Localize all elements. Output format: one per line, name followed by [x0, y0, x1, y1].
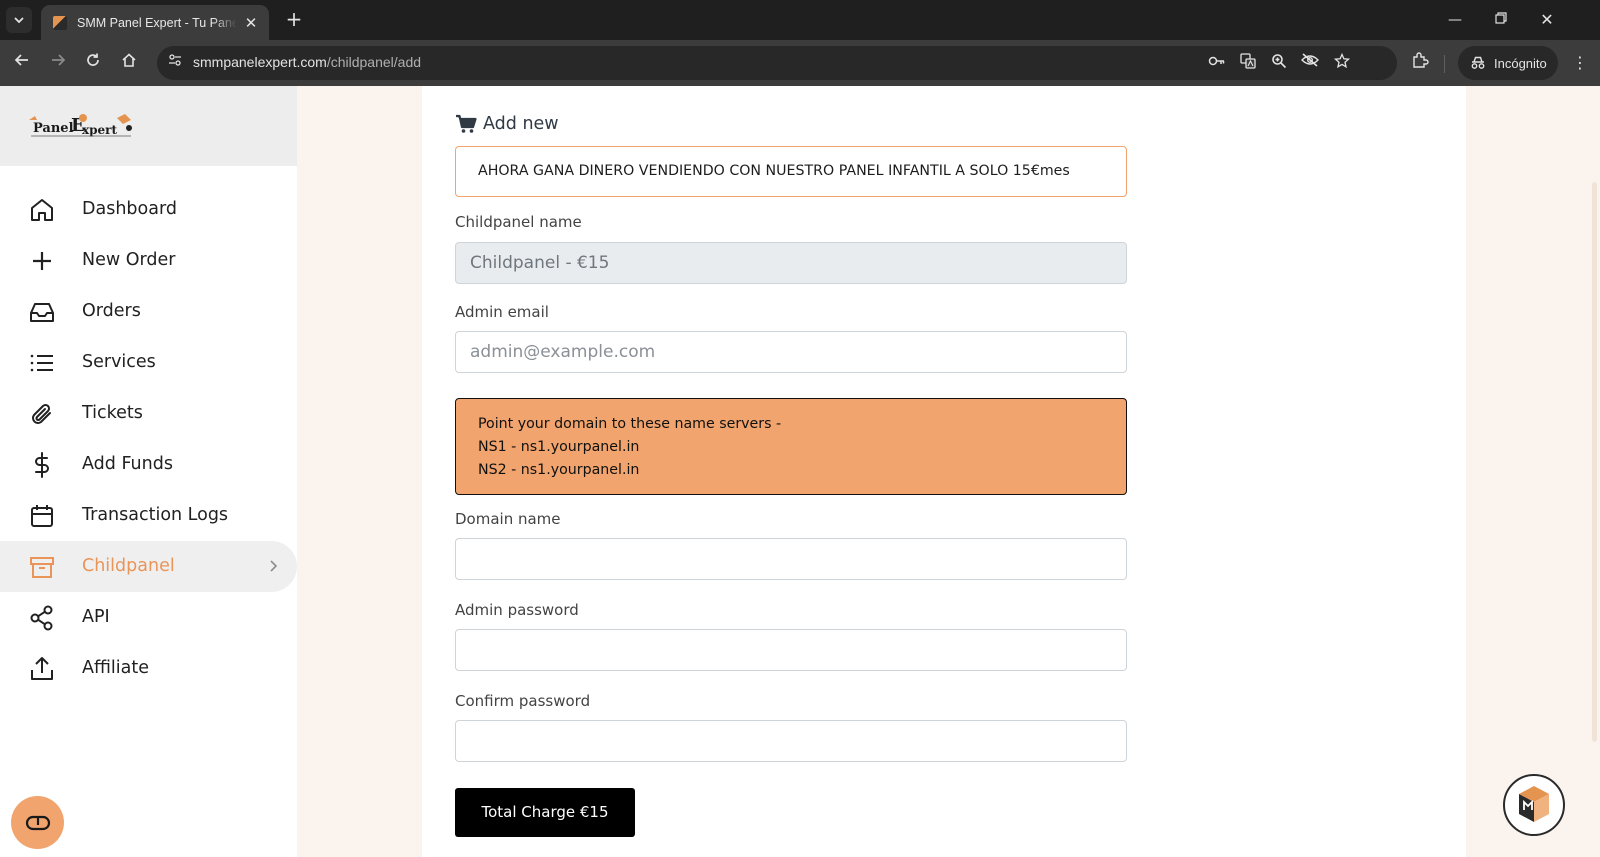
favicon-icon: [53, 15, 67, 30]
address-bar[interactable]: smmpanelexpert.com/childpanel/add: [157, 46, 1397, 80]
confirm-password-label: Confirm password: [455, 692, 591, 710]
sidebar-item-new-order[interactable]: New Order: [0, 235, 297, 286]
home-icon: [31, 199, 53, 221]
forward-button[interactable]: [46, 51, 70, 75]
sidebar-item-label: Orders: [82, 301, 141, 321]
paperclip-icon: [32, 403, 51, 424]
svg-text:xpert: xpert: [82, 123, 118, 137]
sidebar-item-label: Tickets: [82, 403, 143, 423]
dollar-icon: [35, 452, 49, 478]
sidebar-item-label: New Order: [82, 250, 176, 270]
active-tab[interactable]: SMM Panel Expert - Tu Panel de ✕: [41, 5, 269, 40]
new-tab-button[interactable]: +: [282, 8, 306, 32]
page-viewport: Panel E xpert Dashboard New Order Orders: [0, 86, 1600, 857]
brand-header: Panel E xpert: [0, 86, 297, 166]
arrow-right-icon: [52, 54, 66, 66]
childpanel-name-label: Childpanel name: [455, 213, 582, 231]
sidebar-item-childpanel[interactable]: Childpanel: [0, 541, 297, 592]
browser-menu-icon[interactable]: ⋮: [1570, 51, 1590, 75]
tab-title: SMM Panel Expert - Tu Panel de: [77, 15, 237, 30]
sidebar-item-orders[interactable]: Orders: [0, 286, 297, 337]
promo-banner: AHORA GANA DINERO VENDIENDO CON NUESTRO …: [455, 146, 1127, 197]
inbox-icon: [30, 303, 54, 322]
admin-password-label: Admin password: [455, 601, 579, 619]
sidebar-item-affiliate[interactable]: Affiliate: [0, 643, 297, 694]
home-button[interactable]: [117, 51, 141, 75]
childpanel-name-field[interactable]: [455, 242, 1127, 284]
admin-password-field[interactable]: [455, 629, 1127, 671]
archive-icon: [30, 557, 54, 578]
site-info-icon[interactable]: [165, 53, 185, 73]
calendar-icon: [31, 505, 53, 527]
sidebar-item-api[interactable]: API: [0, 592, 297, 643]
form-heading: Add new: [455, 111, 559, 137]
sidebar-item-dashboard[interactable]: Dashboard: [0, 184, 297, 235]
admin-email-label: Admin email: [455, 303, 549, 321]
sidebar-item-add-funds[interactable]: Add Funds: [0, 439, 297, 490]
upload-icon: [31, 657, 53, 680]
extensions-icon[interactable]: [1408, 51, 1432, 75]
home-icon: [122, 53, 136, 67]
nameserver-ns1: NS1 - ns1.yourpanel.in: [478, 439, 640, 455]
domain-name-label: Domain name: [455, 510, 561, 528]
sidebar-item-label: API: [82, 607, 110, 627]
admin-email-field[interactable]: [455, 331, 1127, 373]
chevron-down-icon: [14, 17, 24, 24]
cart-icon: [456, 114, 477, 133]
sidebar-item-services[interactable]: Services: [0, 337, 297, 388]
sidebar-item-transaction-logs[interactable]: Transaction Logs: [0, 490, 297, 541]
url-text: smmpanelexpert.com/childpanel/add: [193, 54, 421, 70]
form-title: Add new: [483, 114, 559, 134]
sidebar-item-label: Services: [82, 352, 156, 372]
chat-icon: [25, 815, 50, 830]
url-path: /childpanel/add: [326, 54, 422, 70]
support-chat-button[interactable]: [11, 796, 64, 849]
sidebar-item-label: Add Funds: [82, 454, 173, 474]
tab-search-button[interactable]: [6, 7, 32, 33]
nameserver-intro: Point your domain to these name servers …: [478, 416, 782, 432]
nameserver-ns2: NS2 - ns1.yourpanel.in: [478, 462, 640, 478]
password-key-icon[interactable]: [1207, 53, 1227, 73]
site-logo[interactable]: Panel E xpert: [27, 112, 137, 140]
back-button[interactable]: [10, 51, 34, 75]
sidebar-item-label: Dashboard: [82, 199, 177, 219]
share-icon: [30, 605, 53, 631]
close-tab-icon[interactable]: ✕: [243, 14, 259, 32]
url-domain: smmpanelexpert.com: [193, 54, 327, 70]
svg-text:Panel: Panel: [33, 121, 74, 136]
sidebar-item-label: Affiliate: [82, 658, 149, 678]
incognito-icon: [1471, 56, 1485, 69]
arrow-left-icon: [14, 54, 28, 66]
toolbar-divider: [1444, 55, 1445, 73]
browser-toolbar: smmpanelexpert.com/childpanel/add Incógn…: [0, 40, 1600, 86]
brand-badge[interactable]: [1503, 774, 1565, 836]
list-icon: [30, 354, 53, 372]
sidebar-item-tickets[interactable]: Tickets: [0, 388, 297, 439]
restore-button[interactable]: [1478, 8, 1524, 32]
eye-off-icon[interactable]: [1300, 53, 1320, 73]
sidebar-item-label: Childpanel: [82, 556, 175, 576]
chevron-right-icon: [270, 560, 278, 572]
confirm-password-field[interactable]: [455, 720, 1127, 762]
scrollbar-thumb[interactable]: [1592, 182, 1597, 742]
domain-name-field[interactable]: [455, 538, 1127, 580]
incognito-indicator[interactable]: Incógnito: [1458, 46, 1558, 80]
browser-tab-bar: SMM Panel Expert - Tu Panel de ✕ + — ✕: [0, 0, 1600, 40]
translate-icon[interactable]: [1238, 53, 1258, 73]
nameserver-notice: Point your domain to these name servers …: [455, 398, 1127, 495]
incognito-label: Incógnito: [1494, 55, 1547, 71]
reload-icon: [87, 53, 99, 66]
sidebar: Panel E xpert Dashboard New Order Orders: [0, 86, 297, 857]
total-charge-button[interactable]: Total Charge €15: [455, 788, 635, 837]
close-window-button[interactable]: ✕: [1524, 8, 1570, 32]
sidebar-nav: Dashboard New Order Orders Services Tick…: [0, 184, 297, 694]
sidebar-item-label: Transaction Logs: [82, 505, 229, 525]
zoom-icon[interactable]: [1269, 53, 1289, 73]
reload-button[interactable]: [81, 51, 105, 75]
brand-badge-logo: [1519, 786, 1549, 822]
minimize-button[interactable]: —: [1432, 8, 1478, 32]
restore-icon: [1495, 12, 1507, 24]
bookmark-star-icon[interactable]: [1332, 52, 1352, 73]
plus-icon: [33, 252, 51, 270]
